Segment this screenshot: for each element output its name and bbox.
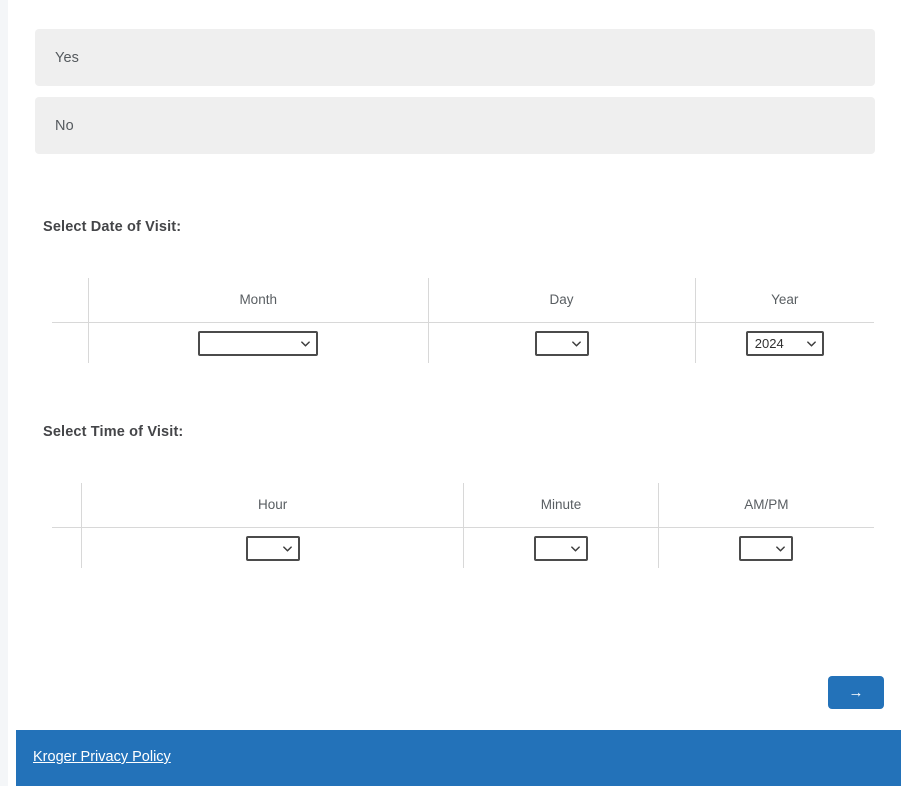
- date-section-heading: Select Date of Visit:: [43, 219, 182, 235]
- time-table-select-row: [52, 527, 874, 569]
- date-column-header-month-label: Month: [239, 292, 277, 307]
- time-section-heading: Select Time of Visit:: [43, 424, 184, 440]
- answer-choice-yes[interactable]: Yes: [35, 29, 875, 86]
- month-select[interactable]: [198, 330, 319, 356]
- date-cell-day: [427, 322, 695, 363]
- time-column-header-minute: Minute: [463, 483, 659, 528]
- time-column-header-minute-label: Minute: [540, 497, 582, 512]
- day-select[interactable]: [534, 330, 589, 356]
- date-column-header-year: Year: [694, 278, 874, 323]
- date-picker-table: Month Day Year 2024: [52, 278, 874, 363]
- time-picker-table: Hour Minute AM/PM: [52, 483, 874, 568]
- year-select[interactable]: 2024: [745, 330, 824, 356]
- date-column-header-day-label: Day: [549, 292, 574, 307]
- time-table-spacer-cell-2: [52, 528, 81, 569]
- date-column-header-month: Month: [87, 278, 429, 323]
- date-column-header-year-label: Year: [771, 292, 799, 307]
- date-table-select-row: 2024: [52, 322, 874, 364]
- answer-choice-no-label: No: [55, 117, 74, 134]
- date-table-header-row: Month Day Year: [52, 278, 874, 323]
- ampm-select[interactable]: [739, 535, 794, 561]
- footer-bar: Kroger Privacy Policy: [16, 730, 901, 786]
- date-table-spacer-cell-2: [52, 323, 88, 364]
- chevron-down-icon: [282, 546, 292, 552]
- date-table-spacer-cell: [52, 278, 89, 323]
- date-cell-year: 2024: [694, 322, 874, 363]
- time-cell-hour: [80, 527, 464, 568]
- time-column-header-ampm: AM/PM: [657, 483, 874, 528]
- time-cell-ampm: [657, 527, 874, 568]
- hour-select[interactable]: [245, 535, 300, 561]
- date-cell-month: [87, 322, 429, 363]
- minute-select[interactable]: [534, 535, 589, 561]
- answer-choice-yes-label: Yes: [55, 49, 79, 66]
- survey-page: Yes No Select Date of Visit: Month Day Y…: [8, 0, 901, 786]
- date-column-header-day: Day: [427, 278, 695, 323]
- time-cell-minute: [463, 527, 659, 568]
- time-column-header-hour: Hour: [80, 483, 464, 528]
- chevron-down-icon: [806, 340, 816, 347]
- next-button[interactable]: →: [828, 676, 884, 709]
- chevron-down-icon: [776, 546, 786, 552]
- time-column-header-hour-label: Hour: [257, 497, 288, 512]
- chevron-down-icon: [571, 341, 581, 347]
- time-table-spacer-cell: [52, 483, 82, 528]
- time-column-header-ampm-label: AM/PM: [744, 497, 789, 512]
- time-table-header-row: Hour Minute AM/PM: [52, 483, 874, 528]
- year-select-value: 2024: [754, 335, 784, 351]
- chevron-down-icon: [301, 341, 311, 347]
- answer-choice-no[interactable]: No: [35, 97, 875, 154]
- answer-choice-list: Yes No: [35, 29, 875, 165]
- privacy-policy-link[interactable]: Kroger Privacy Policy: [33, 749, 171, 765]
- chevron-down-icon: [571, 546, 580, 552]
